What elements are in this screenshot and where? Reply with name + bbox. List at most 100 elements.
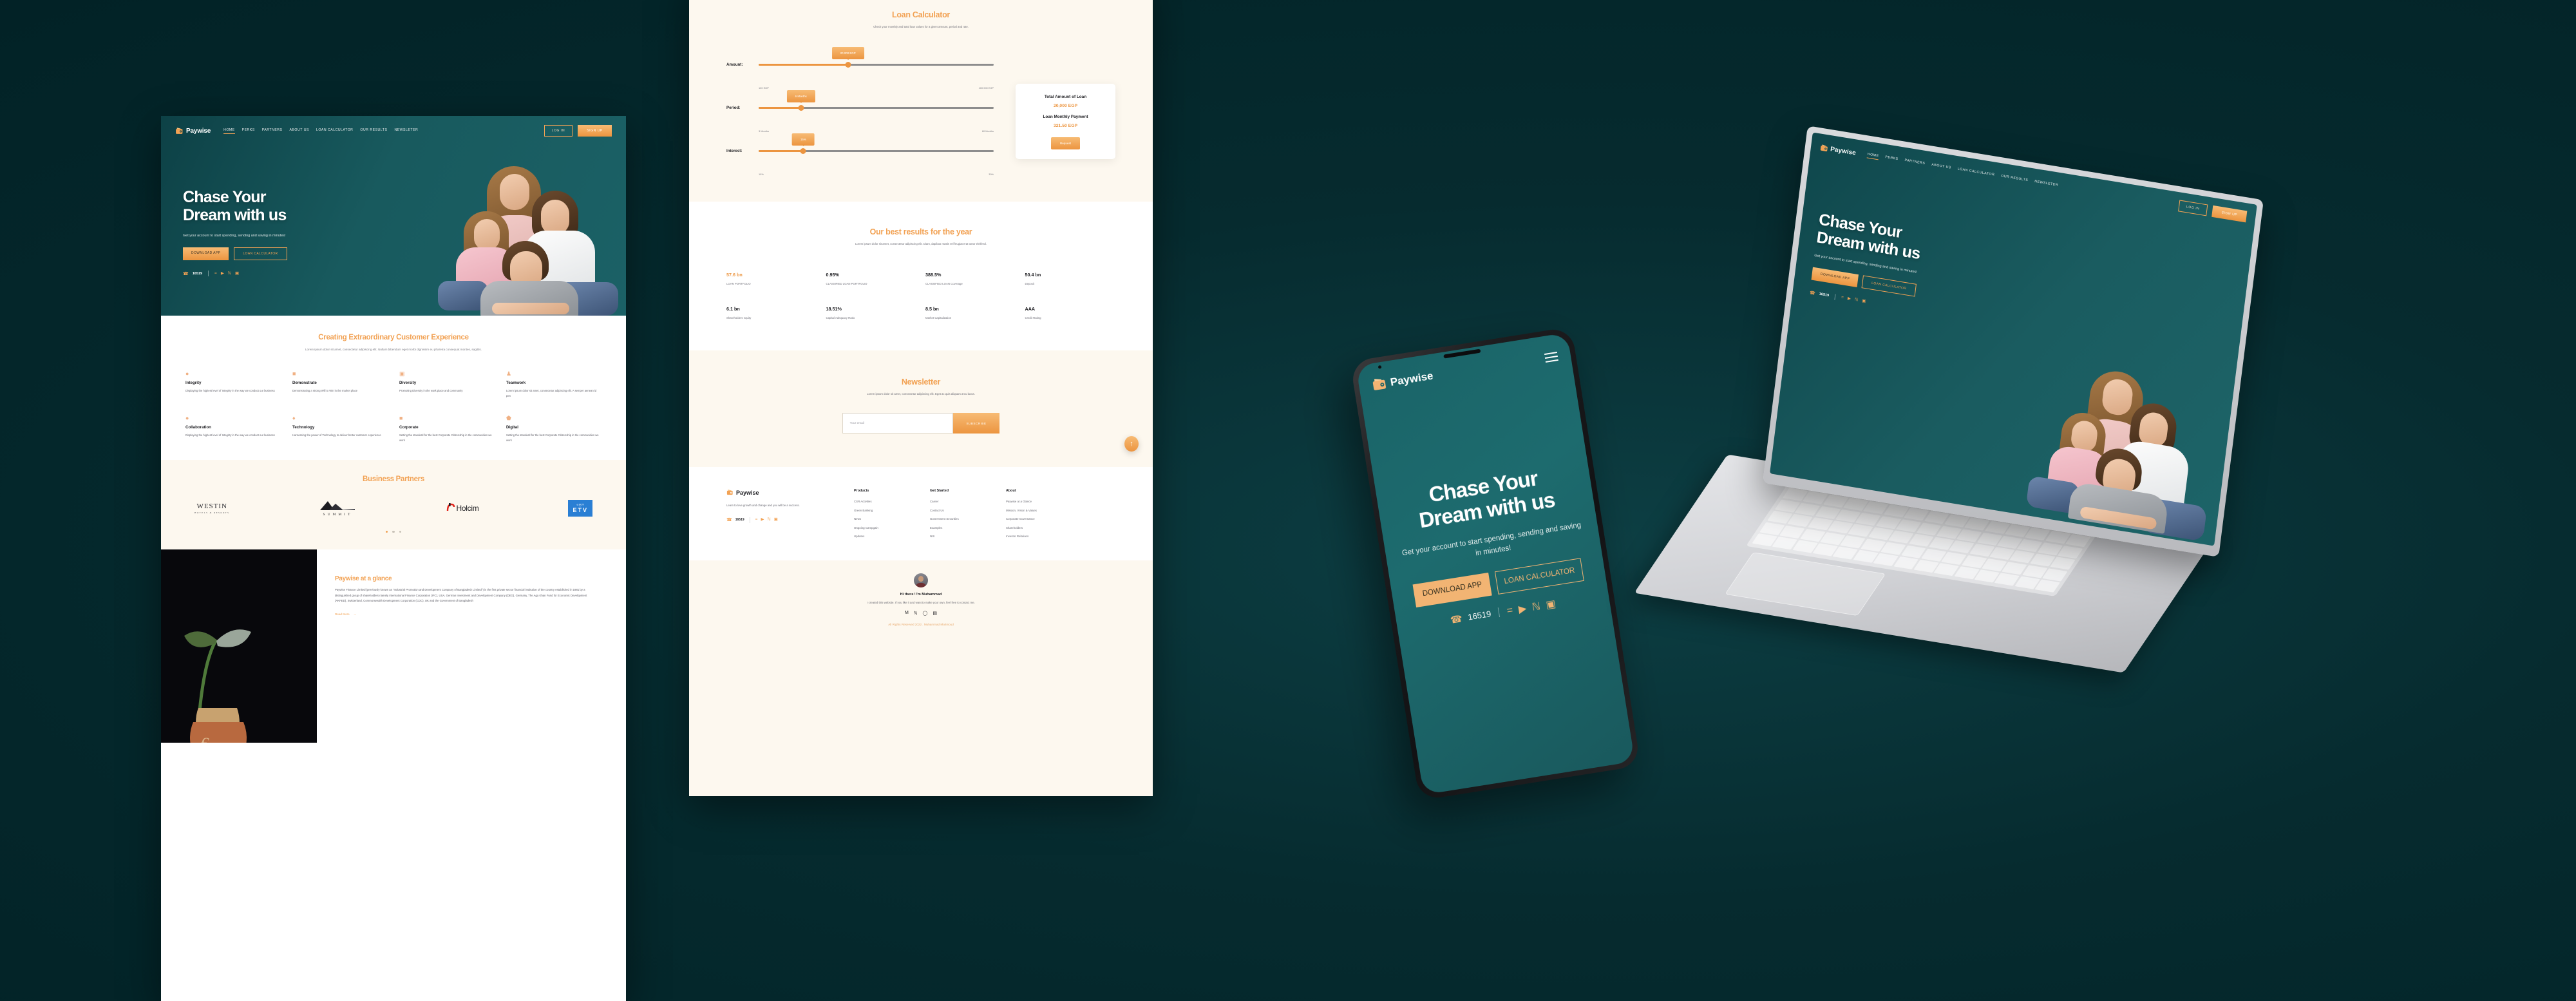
footer-link[interactable]: Paywise at a Glance xyxy=(1006,500,1063,503)
footer-brand: Paywise Learn to love growth and change … xyxy=(726,489,835,544)
laptop-signup-button[interactable]: SIGN UP xyxy=(2211,205,2248,223)
linkedin-icon[interactable]: ℕ xyxy=(1854,298,1858,303)
laptop-nav-item-home[interactable]: HOME xyxy=(1867,152,1879,160)
github-icon[interactable]: ◯ xyxy=(922,611,927,616)
partner-logo-summit[interactable]: SUMMIT xyxy=(319,500,356,517)
footer-link[interactable]: Updates xyxy=(854,535,911,538)
nav-item-our-results[interactable]: OUR RESULTS xyxy=(360,128,387,134)
nav-item-partners[interactable]: PARTNERS xyxy=(262,128,283,134)
download-app-button[interactable]: DOWNLOAD APP xyxy=(183,247,229,261)
laptop-nav-item-our-results[interactable]: OUR RESULTS xyxy=(2001,174,2029,184)
stat-label: CLASSIFIED LOAN PORTFOLIO xyxy=(826,282,867,286)
interest-slider[interactable]: 15% xyxy=(759,133,994,156)
nav-item-perks[interactable]: PERKS xyxy=(242,128,255,134)
laptop-nav-item-newsletter[interactable]: NEWSLETER xyxy=(2034,179,2059,189)
partner-logo-etv[interactable]: একুশে ETV xyxy=(568,499,592,517)
youtube-icon[interactable]: ▶ xyxy=(221,271,224,276)
footer-link[interactable]: Green Banking xyxy=(854,509,911,512)
footer-link[interactable]: NIS xyxy=(930,535,987,538)
instagram-icon[interactable]: ▣ xyxy=(235,271,239,276)
login-button[interactable]: LOG IN xyxy=(544,125,573,137)
nav-item-loan-calculator[interactable]: LOAN CALCULATOR xyxy=(316,128,353,134)
behance-icon[interactable]: ▤ xyxy=(933,611,937,616)
hero-subtitle: Get your account to start spending, send… xyxy=(183,233,286,238)
partner-name: SUMMIT xyxy=(323,512,353,517)
carousel-dot-1[interactable] xyxy=(385,530,388,533)
footer-link[interactable]: News xyxy=(854,517,911,520)
laptop-loan-calculator-button[interactable]: LOAN CALCULATOR xyxy=(1861,275,1917,297)
facebook-icon[interactable]: = xyxy=(1841,295,1844,300)
instagram-icon[interactable]: ▣ xyxy=(1545,597,1557,611)
laptop-logo[interactable]: Paywise xyxy=(1819,143,1856,157)
calculator-subtitle: Check your monthly and total loan values… xyxy=(873,25,969,28)
partners-carousel-dots xyxy=(185,530,601,533)
footer-link[interactable]: Examples xyxy=(930,526,987,529)
linkedin-icon[interactable]: ℕ xyxy=(1531,600,1541,614)
gmail-icon[interactable]: M xyxy=(905,611,909,616)
footer-link[interactable]: Ongoing Campgain xyxy=(854,526,911,529)
facebook-icon[interactable]: = xyxy=(1506,604,1513,616)
request-button[interactable]: Request xyxy=(1050,137,1081,149)
phone-camera xyxy=(1378,365,1382,369)
linkedin-icon[interactable]: ℕ xyxy=(767,518,770,522)
read-more-link[interactable]: Read More → xyxy=(335,613,598,616)
slider-group-interest: Interest: 15% 10% 30% xyxy=(726,133,994,176)
slider-label-period: Period: xyxy=(726,106,741,111)
youtube-icon[interactable]: ▶ xyxy=(761,518,764,522)
nav-item-about-us[interactable]: ABOUT US xyxy=(290,128,309,134)
footer-link[interactable]: Corporate Governance xyxy=(1006,517,1063,520)
laptop-logo-text: Paywise xyxy=(1830,145,1857,157)
carousel-dot-2[interactable] xyxy=(392,530,395,533)
laptop-screen: Paywise HOME PERKS PARTNERS ABOUT US LOA… xyxy=(1770,132,2257,546)
amount-min: 100 EGP xyxy=(759,86,769,90)
laptop-nav-item-perks[interactable]: PERKS xyxy=(1885,155,1899,163)
phone-download-app-button[interactable]: DOWNLOAD APP xyxy=(1412,572,1492,607)
nav-item-newsletter[interactable]: NEWSLETER xyxy=(394,128,418,134)
linkedin-icon[interactable]: ℕ xyxy=(914,611,918,616)
footer-link[interactable]: Career xyxy=(930,500,987,503)
newsletter-section: Newsletter Lorem ipsum dolor sit amet, c… xyxy=(689,350,1153,468)
instagram-icon[interactable]: ▣ xyxy=(1862,298,1866,303)
laptop-phone-number: 16519 xyxy=(1819,292,1830,298)
subscribe-button[interactable]: SUBSCRIBE xyxy=(953,413,999,434)
best-results-section: Our best results for the year Lorem ipsu… xyxy=(689,201,1153,350)
desktop-nav-menu: HOME PERKS PARTNERS ABOUT US LOAN CALCUL… xyxy=(223,128,418,134)
email-input[interactable]: Your email xyxy=(842,413,954,434)
hamburger-icon[interactable] xyxy=(1544,351,1558,363)
youtube-icon[interactable]: ▶ xyxy=(1517,602,1528,616)
amount-slider-value: 20 000 EGP xyxy=(831,46,864,60)
phone-loan-calculator-button[interactable]: LOAN CALCULATOR xyxy=(1495,557,1584,595)
laptop-nav-item-loan-calculator[interactable]: LOAN CALCULATOR xyxy=(1957,167,1994,178)
facebook-icon[interactable]: = xyxy=(755,518,758,522)
carousel-dot-3[interactable] xyxy=(399,530,402,533)
footer-link[interactable]: CSR Activities xyxy=(854,500,911,503)
facebook-icon[interactable]: = xyxy=(214,271,217,276)
partner-logo-westin[interactable]: WESTIN HOTELS & RESORTS xyxy=(194,500,229,517)
footer-link[interactable]: Shareholders xyxy=(1006,526,1063,529)
footer-link[interactable]: Mission, VIsion & Values xyxy=(1006,509,1063,512)
phone-logo[interactable]: Paywise xyxy=(1371,368,1435,394)
laptop-nav-item-about-us[interactable]: ABOUT US xyxy=(1931,162,1951,171)
partner-logo-holcim[interactable]: Holcim xyxy=(446,500,479,517)
mountain-icon xyxy=(320,500,355,510)
laptop-download-app-button[interactable]: DOWNLOAD APP xyxy=(1811,267,1859,287)
instagram-icon[interactable]: ▣ xyxy=(774,518,778,522)
laptop-login-button[interactable]: LOG IN xyxy=(2177,200,2208,216)
laptop-nav-item-partners[interactable]: PARTNERS xyxy=(1904,158,1926,167)
scroll-to-top-button[interactable]: ↑ xyxy=(1124,436,1139,452)
footer-link[interactable]: Investor Relations xyxy=(1006,535,1063,538)
footer-link[interactable]: Government Securities xyxy=(930,517,987,520)
stat-value: AAA xyxy=(1025,305,1036,312)
period-slider[interactable]: 6 Months xyxy=(759,90,994,113)
signup-button[interactable]: SIGN UP xyxy=(578,125,612,137)
nav-item-home[interactable]: HOME xyxy=(223,128,235,134)
newsletter-form: Your email SUBSCRIBE xyxy=(726,413,1115,434)
footer-logo[interactable]: Paywise xyxy=(726,489,835,496)
logo[interactable]: Paywise xyxy=(175,127,211,135)
linkedin-icon[interactable]: ℕ xyxy=(228,271,231,276)
amount-slider[interactable]: 20 000 EGP xyxy=(759,46,994,70)
value-desc: Displaying the highest level of Integrit… xyxy=(185,388,275,392)
footer-link[interactable]: Contact Us xyxy=(930,509,987,512)
youtube-icon[interactable]: ▶ xyxy=(1847,296,1851,301)
loan-calculator-button[interactable]: LOAN CALCULATOR xyxy=(234,247,287,261)
